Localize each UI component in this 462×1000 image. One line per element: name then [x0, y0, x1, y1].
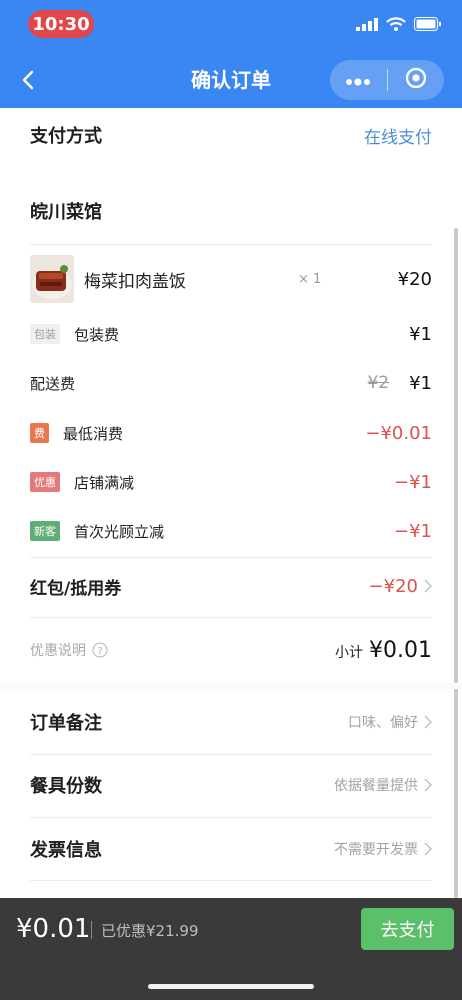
summary-row: 优惠说明 ? 小计 ¥0.01: [30, 634, 432, 666]
divider: [30, 557, 432, 558]
new-customer-price: −¥1: [394, 520, 432, 542]
item-name: 梅菜扣肉盖饭: [84, 271, 186, 292]
more-button[interactable]: [330, 60, 387, 100]
tableware-hint: 依据餐量提供: [334, 778, 418, 794]
invoice-hint: 不需要开发票: [334, 842, 418, 858]
pay-button[interactable]: 去支付: [361, 908, 454, 950]
delivery-label: 配送费: [30, 374, 76, 393]
chevron-right-icon: [424, 842, 432, 856]
payment-method-value[interactable]: 在线支付: [364, 123, 432, 148]
svg-text:?: ?: [97, 646, 102, 657]
status-time: 10:30: [28, 10, 94, 38]
min-spend-tag: 费: [30, 423, 49, 443]
delivery-price: ¥1: [409, 372, 432, 394]
discount-tag: 优惠: [30, 472, 60, 492]
order-remark-row[interactable]: 订单备注 口味、偏好: [30, 708, 432, 736]
footer-total: ¥0.01: [16, 914, 91, 944]
wifi-icon: [386, 16, 406, 35]
subtotal-value: ¥0.01: [369, 637, 432, 663]
item-price: ¥20: [397, 268, 432, 290]
battery-icon: [414, 16, 442, 35]
status-icons: [356, 16, 442, 35]
min-spend-price: −¥0.01: [365, 422, 432, 444]
shop-row: 皖川菜馆: [30, 197, 432, 225]
item-quantity: × 1: [298, 271, 322, 287]
nav-header: 10:30 确认订单: [0, 0, 462, 108]
min-spend-row: 费 最低消费 −¥0.01: [30, 421, 432, 445]
scrollbar[interactable]: [454, 228, 458, 898]
packaging-fee-row: 包装 包装费 ¥1: [30, 322, 432, 346]
payment-method-row[interactable]: 支付方式 在线支付: [30, 121, 432, 149]
tableware-label: 餐具份数: [30, 776, 102, 797]
chevron-right-icon: [424, 715, 432, 729]
coupon-row[interactable]: 红包/抵用券 −¥20: [30, 572, 432, 600]
delivery-fee-row: 配送费 ¥2 ¥1: [30, 371, 432, 395]
footer-divider: [91, 921, 92, 939]
shop-discount-row: 优惠 店铺满减 −¥1: [30, 470, 432, 494]
tableware-row[interactable]: 餐具份数 依据餐量提供: [30, 771, 432, 799]
discount-price: −¥1: [394, 471, 432, 493]
new-customer-tag: 新客: [30, 521, 60, 541]
food-thumbnail: [30, 255, 74, 303]
new-customer-label: 首次光顾立减: [74, 522, 165, 541]
divider: [30, 880, 432, 881]
packaging-tag: 包装: [30, 324, 60, 344]
delivery-original-price: ¥2: [367, 373, 390, 393]
close-target-icon: [405, 67, 427, 93]
divider: [30, 754, 432, 755]
invoice-row[interactable]: 发票信息 不需要开发票: [30, 835, 432, 863]
signal-icon: [356, 16, 378, 35]
help-circle-icon[interactable]: ?: [92, 642, 108, 658]
coupon-label: 红包/抵用券: [30, 578, 122, 599]
invoice-label: 发票信息: [30, 840, 102, 861]
packaging-price: ¥1: [409, 323, 432, 345]
min-spend-label: 最低消费: [63, 424, 124, 443]
section-separator: [0, 683, 462, 689]
mini-program-capsule: [330, 60, 444, 100]
divider: [30, 244, 432, 245]
coupon-value: −¥20: [368, 575, 418, 597]
discount-explanation[interactable]: 优惠说明: [30, 640, 86, 660]
shop-name: 皖川菜馆: [30, 202, 102, 223]
packaging-label: 包装费: [74, 325, 120, 344]
home-indicator: [148, 984, 314, 989]
payment-method-label: 支付方式: [30, 126, 102, 147]
order-item: 梅菜扣肉盖饭 × 1 ¥20: [30, 254, 432, 304]
chevron-right-icon: [424, 778, 432, 792]
close-button[interactable]: [388, 60, 445, 100]
remark-hint: 口味、偏好: [348, 715, 418, 731]
subtotal-label: 小计: [335, 644, 364, 661]
divider: [30, 817, 432, 818]
divider: [30, 617, 432, 618]
new-customer-row: 新客 首次光顾立减 −¥1: [30, 519, 432, 543]
more-icon: [345, 71, 371, 90]
footer-saved: 已优惠¥21.99: [101, 922, 199, 940]
chevron-right-icon: [424, 579, 432, 593]
remark-label: 订单备注: [30, 713, 102, 734]
discount-label: 店铺满减: [74, 473, 135, 492]
